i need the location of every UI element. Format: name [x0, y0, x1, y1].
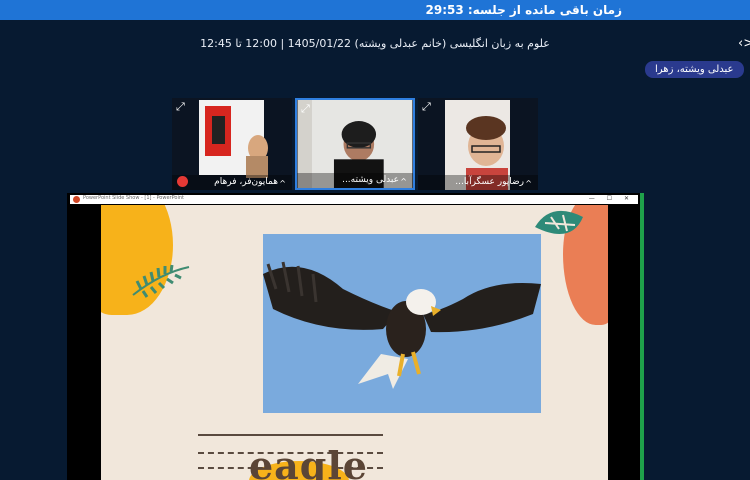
expand-icon[interactable]: ⤢: [301, 102, 314, 115]
expand-icon[interactable]: ⤢: [422, 100, 435, 113]
participant-name: رضاپور عسگرآبا...: [418, 175, 538, 190]
expand-icon[interactable]: ⤢: [176, 100, 189, 113]
session-info: علوم به زبان انگلیسی (خانم عبدلی ویشته) …: [200, 37, 550, 50]
session-header: زمان باقی مانده از جلسه: 29:53: [0, 0, 750, 20]
powerpoint-icon: [73, 196, 80, 203]
guide-line: [198, 434, 383, 436]
presentation-slide: eagle: [101, 205, 608, 480]
shared-screen-border: [640, 193, 644, 480]
participant-tile-1[interactable]: ⤢ همایون‌فر، فرهام ^: [172, 98, 292, 190]
leaf-icon: [132, 264, 190, 298]
participant-name: عبدلی ویشته...: [297, 173, 413, 188]
collapse-chevron-icon[interactable]: ‹>: [738, 36, 750, 51]
powerpoint-titlebar: PowerPoint Slide Show - [1] - PowerPoint…: [70, 195, 638, 204]
participant-tile-3[interactable]: ⤢ رضاپور عسگرآبا... ^: [418, 98, 538, 190]
eagle-photo: [263, 234, 541, 413]
slide-word: eagle: [249, 443, 368, 480]
active-speaker-badge: عبدلی ویشته، زهرا: [645, 61, 744, 78]
caret-up-icon[interactable]: ^: [525, 179, 532, 188]
caret-up-icon[interactable]: ^: [400, 177, 407, 186]
caret-up-icon[interactable]: ^: [279, 179, 286, 188]
participant-tile-2[interactable]: ⤢ عبدلی ویشته... ^: [295, 98, 415, 190]
participant-name: همایون‌فر، فرهام: [172, 175, 292, 190]
mic-muted-icon[interactable]: [177, 176, 188, 187]
window-controls[interactable]: — ☐ ✕: [589, 195, 634, 202]
session-timer: زمان باقی مانده از جلسه: 29:53: [425, 3, 623, 17]
powerpoint-title: PowerPoint Slide Show - [1] - PowerPoint: [83, 195, 184, 201]
